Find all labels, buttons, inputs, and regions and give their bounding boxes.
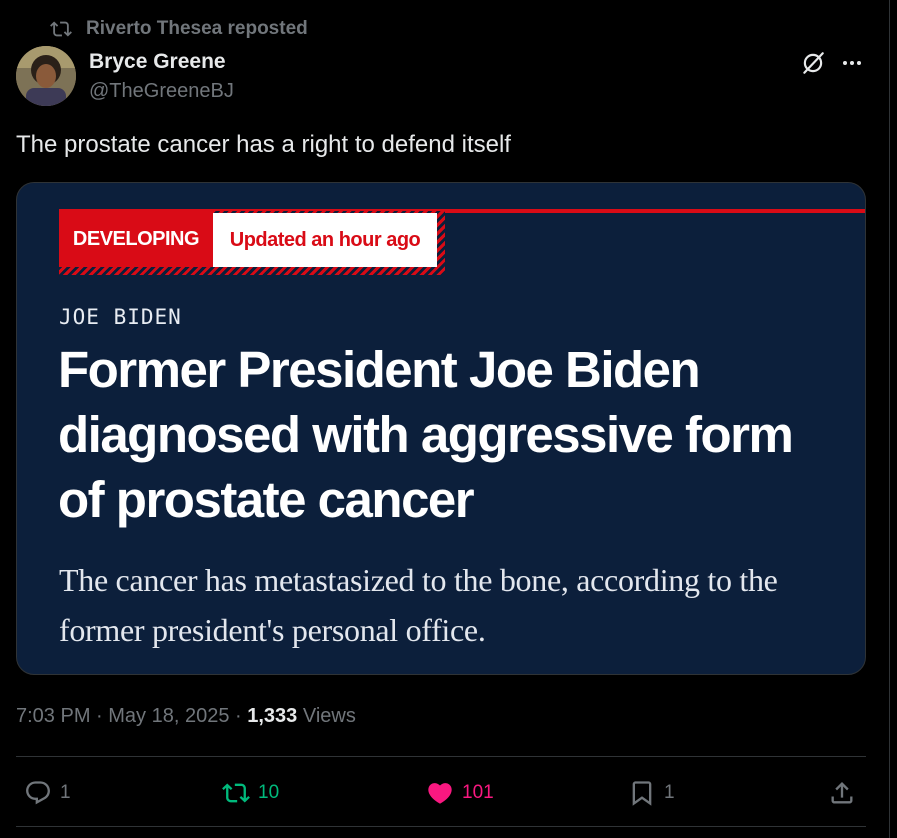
repost-context[interactable]: Riverto Thesea reposted — [50, 18, 308, 40]
avatar[interactable] — [16, 46, 76, 106]
author-handle[interactable]: @TheGreeneBJ — [89, 80, 234, 103]
bookmark-count: 1 — [664, 782, 675, 803]
repost-count: 10 — [258, 782, 280, 803]
reply-icon — [26, 781, 50, 805]
share-icon — [831, 782, 853, 804]
repost-context-label: Riverto Thesea reposted — [86, 18, 308, 39]
tweet-meta: 7:03 PM · May 18, 2025 · 1,333 Views — [16, 705, 356, 727]
reply-button[interactable]: 1 — [24, 778, 71, 808]
more-icon[interactable] — [836, 50, 868, 76]
tweet-text: The prostate cancer has a right to defen… — [16, 131, 511, 158]
article-kicker: JOE BIDEN — [59, 305, 182, 329]
like-button[interactable]: 101 — [426, 778, 494, 808]
views-count: 1,333 — [247, 705, 298, 727]
author-name[interactable]: Bryce Greene — [89, 50, 226, 74]
column-divider — [889, 0, 890, 838]
grok-icon[interactable] — [800, 50, 826, 76]
share-button[interactable] — [828, 778, 856, 808]
article-headline: Former President Joe Biden diagnosed wit… — [58, 341, 794, 528]
repost-button[interactable]: 10 — [222, 778, 279, 808]
heart-icon — [428, 783, 452, 804]
reply-count: 1 — [60, 782, 71, 803]
developing-badge: DEVELOPING — [59, 211, 213, 267]
article-dek: The cancer has metastasized to the bone,… — [59, 562, 778, 648]
divider — [16, 756, 866, 757]
tweet-date[interactable]: May 18, 2025 — [108, 705, 229, 727]
bookmark-button[interactable]: 1 — [628, 778, 675, 808]
media-card[interactable]: DEVELOPING Updated an hour ago JOE BIDEN… — [16, 182, 866, 675]
repost-icon — [222, 783, 250, 803]
updated-badge: Updated an hour ago — [213, 213, 437, 267]
repost-icon — [50, 21, 72, 37]
like-count: 101 — [462, 782, 494, 803]
bookmark-icon — [632, 781, 652, 806]
divider — [16, 826, 866, 827]
views-label: Views — [302, 705, 356, 727]
tweet-time[interactable]: 7:03 PM — [16, 705, 90, 727]
